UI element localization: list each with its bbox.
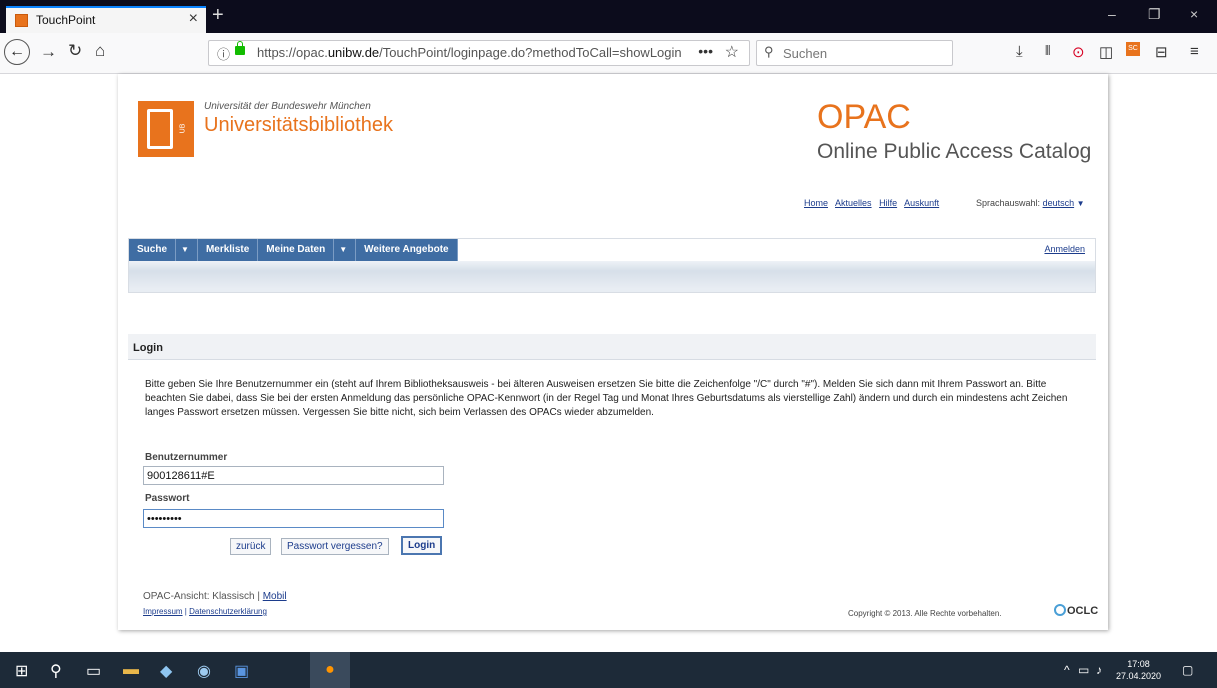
- url-bar[interactable]: ⓘ https://opac.unibw.de/TouchPoint/login…: [208, 40, 750, 66]
- url-text[interactable]: https://opac.unibw.de/TouchPoint/loginpa…: [257, 45, 682, 60]
- impressum-link[interactable]: Impressum: [143, 607, 183, 616]
- new-tab-button[interactable]: +: [212, 4, 224, 27]
- clock[interactable]: 17:08 27.04.2020: [1116, 658, 1161, 682]
- menu-items: Suche ▼ Merkliste Meine Daten ▼ Weitere An…: [129, 239, 458, 261]
- clock-date: 27.04.2020: [1116, 671, 1162, 681]
- sidebar-icon[interactable]: ◫: [1099, 43, 1113, 61]
- opac-subtitle: Online Public Access Catalog: [817, 140, 1092, 163]
- menu-item-meine-daten[interactable]: Meine Daten ▼: [258, 239, 357, 261]
- link-home[interactable]: Home: [804, 198, 828, 208]
- search-bar[interactable]: ⚲ Suchen: [756, 40, 953, 66]
- language-label: Sprachauswahl:: [976, 198, 1041, 208]
- library-name: Universitätsbibliothek: [204, 114, 393, 136]
- link-aktuelles[interactable]: Aktuelles: [835, 198, 872, 208]
- word-icon[interactable]: ▣: [234, 661, 249, 681]
- footer-links: Impressum | Datenschutzerklärung: [143, 607, 267, 616]
- chevron-down-icon[interactable]: ▼: [333, 239, 347, 261]
- browser-tab[interactable]: TouchPoint ×: [6, 6, 206, 33]
- view-mobile-link[interactable]: Mobil: [263, 591, 287, 602]
- chevron-down-icon[interactable]: ▼: [175, 239, 189, 261]
- password-input[interactable]: [143, 509, 444, 528]
- user-number-label: Benutzernummer: [145, 452, 228, 463]
- sc-extension-icon[interactable]: SC: [1126, 42, 1140, 56]
- info-icon[interactable]: ⓘ: [217, 44, 230, 63]
- anmelden-link[interactable]: Anmelden: [1044, 244, 1085, 254]
- login-heading: Login: [133, 342, 163, 354]
- chevron-down-icon[interactable]: ▼: [1077, 199, 1085, 208]
- datenschutz-link[interactable]: Datenschutzerklärung: [189, 607, 267, 616]
- menu-icon[interactable]: ≡: [1190, 43, 1199, 60]
- view-label: OPAC-Ansicht:: [143, 591, 210, 602]
- search-icon: ⚲: [764, 44, 774, 59]
- oclc-text: OCLC: [1067, 605, 1099, 617]
- download-icon[interactable]: ⤓: [1016, 43, 1023, 60]
- view-separator: |: [257, 591, 260, 602]
- network-tray-icon[interactable]: ▭: [1078, 663, 1089, 677]
- close-window-button[interactable]: ×: [1190, 6, 1198, 22]
- login-instructions: Bitte geben Sie Ihre Benutzernummer ein …: [145, 379, 1068, 418]
- menu-item-suche[interactable]: Suche ▼: [129, 239, 198, 261]
- university-name: Universität der Bundeswehr München: [204, 101, 371, 112]
- link-hilfe[interactable]: Hilfe: [879, 198, 897, 208]
- password-label: Passwort: [145, 493, 190, 504]
- browser-tab-bar: TouchPoint × + – ❐ ×: [0, 0, 1217, 33]
- windows-start-icon[interactable]: ⊞: [15, 661, 28, 681]
- view-current: Klassisch: [212, 591, 255, 602]
- clock-time: 17:08: [1127, 659, 1150, 669]
- tray-chevron-icon[interactable]: ^: [1064, 663, 1070, 677]
- ub-logo[interactable]: UB: [138, 101, 194, 157]
- web-page: UB Universität der Bundeswehr München Un…: [0, 74, 1217, 652]
- login-button[interactable]: Login: [401, 536, 443, 555]
- user-number-input[interactable]: [143, 466, 444, 485]
- extension-icon[interactable]: ⊙: [1072, 43, 1085, 61]
- language-selector: Sprachauswahl: deutsch ▼: [976, 198, 1085, 208]
- book-icon: [147, 109, 173, 149]
- browser-nav-bar: ← → ↻ ⌂ ⓘ https://opac.unibw.de/TouchPoi…: [0, 33, 1217, 74]
- tab-title: TouchPoint: [36, 13, 96, 27]
- restore-button[interactable]: ❐: [1148, 6, 1161, 23]
- menu-meine-daten-label: Meine Daten: [266, 244, 326, 255]
- page-actions-icon[interactable]: •••: [698, 43, 713, 59]
- lock-icon[interactable]: [235, 41, 245, 55]
- logo-text: UB: [179, 123, 187, 134]
- view-switcher: OPAC-Ansicht: Klassisch | Mobil: [143, 591, 287, 602]
- app-icon[interactable]: ◉: [197, 661, 211, 681]
- language-dropdown[interactable]: deutsch: [1043, 198, 1075, 208]
- login-header: Login: [128, 334, 1096, 360]
- menu-item-weitere-angebote[interactable]: Weitere Angebote: [356, 239, 458, 261]
- top-links: Home Aktuelles Hilfe Auskunft: [804, 198, 944, 208]
- search-icon[interactable]: ⚲: [50, 661, 62, 681]
- opac-container: UB Universität der Bundeswehr München Un…: [118, 74, 1108, 630]
- main-menu: Suche ▼ Merkliste Meine Daten ▼ Weitere An…: [128, 238, 1096, 293]
- firefox-icon[interactable]: ●: [310, 652, 350, 688]
- notification-icon[interactable]: ▢: [1182, 663, 1193, 677]
- tab-favicon-icon: [15, 14, 28, 27]
- tab-icon[interactable]: ⊟: [1155, 43, 1168, 61]
- file-explorer-icon[interactable]: ▬: [123, 661, 139, 679]
- forgot-password-button[interactable]: Passwort vergessen?: [281, 538, 389, 555]
- library-icon[interactable]: ⫴: [1045, 43, 1050, 59]
- menu-suche-label: Suche: [137, 244, 168, 255]
- windows-taskbar: ⊞ ⚲ ▭ ▬ ◆ ◉ ▣ ● ^ ▭ ♪ 17:08 27.04.2020 ▢: [0, 652, 1217, 688]
- search-placeholder: Suchen: [783, 46, 828, 61]
- reload-icon[interactable]: ↻: [68, 41, 82, 61]
- star-icon[interactable]: ☆: [725, 42, 739, 62]
- back-button[interactable]: zurück: [230, 538, 272, 555]
- oclc-icon: [1054, 604, 1066, 616]
- home-icon[interactable]: ⌂: [95, 41, 105, 61]
- forward-icon[interactable]: →: [40, 42, 57, 62]
- oclc-logo[interactable]: OCLC: [1054, 604, 1098, 617]
- back-icon[interactable]: ←: [4, 39, 30, 65]
- tab-close-icon[interactable]: ×: [189, 10, 198, 28]
- network-app-icon[interactable]: ◆: [160, 661, 172, 681]
- volume-icon[interactable]: ♪: [1096, 663, 1102, 677]
- opac-title: OPAC: [817, 98, 911, 136]
- link-auskunft[interactable]: Auskunft: [904, 198, 939, 208]
- task-view-icon[interactable]: ▭: [86, 661, 101, 681]
- copyright-text: Copyright © 2013. Alle Rechte vorbehalte…: [848, 609, 1002, 618]
- menu-item-merkliste[interactable]: Merkliste: [198, 239, 259, 261]
- minimize-button[interactable]: –: [1108, 6, 1116, 22]
